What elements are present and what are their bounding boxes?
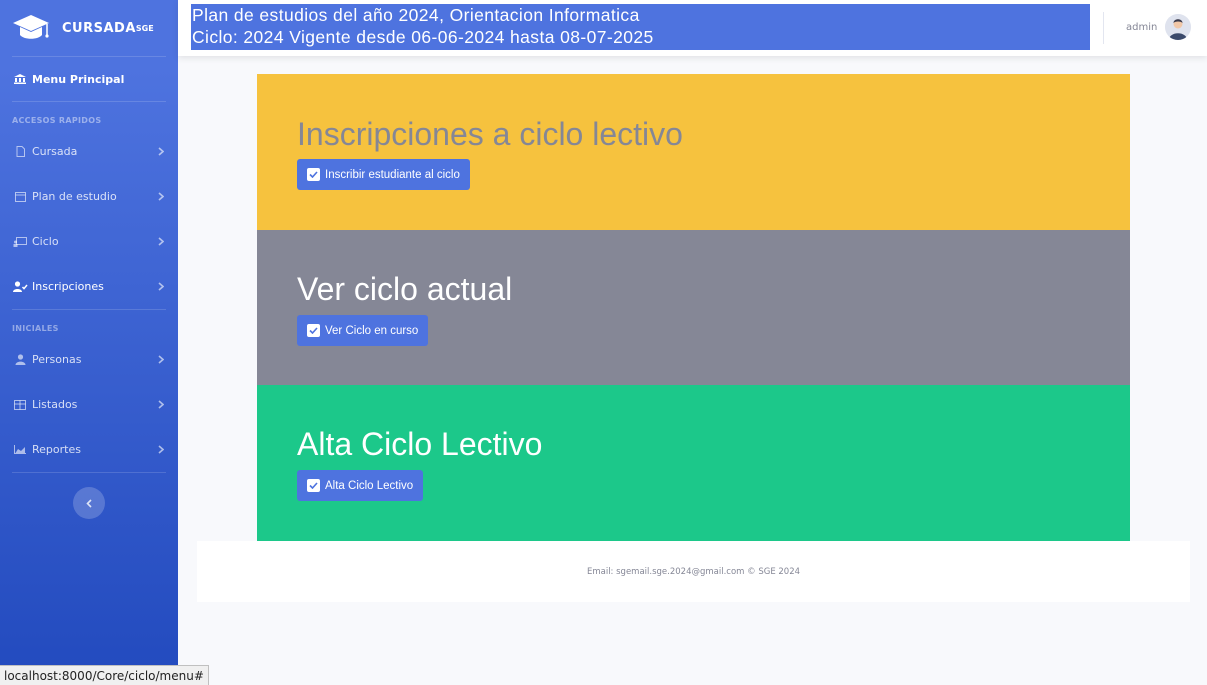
user-name: admin [1126,21,1158,33]
check-square-icon [307,324,320,337]
sidebar-item-label: Cursada [32,145,78,158]
card-title: Inscripciones a ciclo lectivo [297,116,683,152]
chevron-right-icon [156,147,166,156]
browser-status-bar: localhost:8000/Core/ciclo/menu# [0,665,209,685]
sidebar-item-label: Listados [32,398,78,411]
sidebar-item-label: Plan de estudio [32,190,117,203]
status-url: localhost:8000/Core/ciclo/menu# [4,668,204,683]
sidebar-item-listados[interactable]: Listados [0,382,178,427]
chart-area-icon [12,445,28,454]
sidebar-item-label: Menu Principal [32,72,125,86]
sidebar-item-plan-de-estudio[interactable]: Plan de estudio [0,174,178,219]
button-label: Alta Ciclo Lectivo [325,479,414,492]
brand-sup: SGE [135,23,154,33]
chevron-right-icon [156,355,166,364]
chevron-right-icon [156,282,166,291]
sidebar-item-personas[interactable]: Personas [0,337,178,382]
chevron-right-icon [156,237,166,246]
sidebar-item-menu-principal[interactable]: Menu Principal [0,57,178,101]
card-title: Ver ciclo actual [297,271,513,307]
user-check-icon [12,281,28,292]
sidebar-item-label: Inscripciones [32,280,104,293]
chalkboard-icon [12,236,28,247]
sidebar-item-reportes[interactable]: Reportes [0,427,178,472]
chevron-left-icon [86,498,92,508]
graduation-cap-icon [13,15,49,39]
button-label: Ver Ciclo en curso [325,324,419,337]
avatar [1165,14,1192,40]
brand-name: CURSADA [62,20,136,36]
user-dropdown[interactable]: admin [1126,14,1192,40]
brand-link[interactable]: CURSADA SGE [0,0,178,56]
file-icon [12,146,28,157]
sidebar-item-ciclo[interactable]: Ciclo [0,219,178,264]
cycle-info-line: Ciclo: 2024 Vigente desde 06-06-2024 has… [192,27,654,47]
ver-ciclo-button[interactable]: Ver Ciclo en curso [297,315,429,346]
sidebar-item-label: Personas [32,353,82,366]
sidebar: CURSADA SGE Menu Principal ACCESOS RAPIDO… [0,0,178,685]
inscribir-estudiante-button[interactable]: Inscribir estudiante al ciclo [297,159,470,190]
chevron-right-icon [156,400,166,409]
topbar: Plan de estudios del año 2024, Orientaci… [178,0,1207,56]
university-icon [12,74,28,84]
user-tie-icon [12,354,28,365]
topbar-divider [1103,12,1104,44]
sidebar-heading-iniciales: INICIALES [12,324,59,333]
table-icon [12,399,28,410]
check-square-icon [307,479,320,492]
sidebar-toggle-button[interactable] [73,487,105,519]
sidebar-item-inscripciones[interactable]: Inscripciones [0,264,178,309]
sidebar-item-label: Reportes [32,443,81,456]
sidebar-divider [12,472,166,473]
chevron-right-icon [156,192,166,201]
sidebar-item-cursada[interactable]: Cursada [0,129,178,174]
calendar-icon [12,191,28,202]
card-title: Alta Ciclo Lectivo [297,426,543,462]
footer: Email: sgemail.sge.2024@gmail.com © SGE … [197,541,1190,602]
sidebar-heading-accesos: ACCESOS RAPIDOS [12,116,102,125]
plan-info-banner: Plan de estudios del año 2024, Orientaci… [191,4,1090,50]
plan-info-line: Plan de estudios del año 2024, Orientaci… [192,5,640,25]
card-alta-ciclo: Alta Ciclo Lectivo Alta Ciclo Lectivo [257,385,1130,541]
chevron-right-icon [156,445,166,454]
sidebar-item-label: Ciclo [32,235,59,248]
card-inscripciones: Inscripciones a ciclo lectivo Inscribir … [257,74,1130,230]
check-square-icon [307,168,320,181]
card-ver-ciclo: Ver ciclo actual Ver Ciclo en curso [257,230,1130,385]
footer-text: Email: sgemail.sge.2024@gmail.com © SGE … [586,566,801,577]
button-label: Inscribir estudiante al ciclo [325,168,460,181]
alta-ciclo-button[interactable]: Alta Ciclo Lectivo [297,470,424,501]
